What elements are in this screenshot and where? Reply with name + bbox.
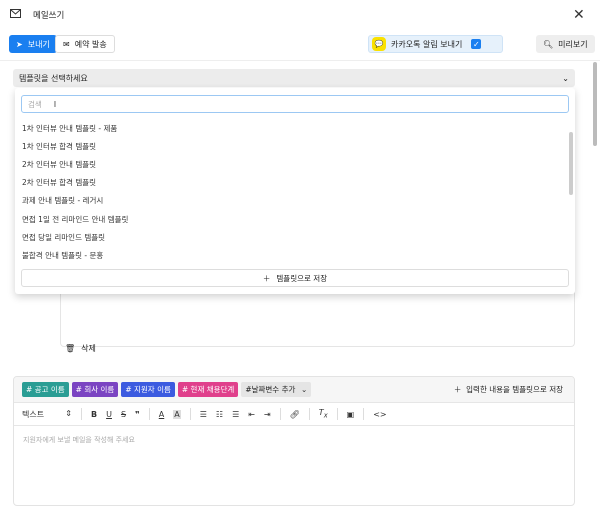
- indent-icon[interactable]: ⇥: [264, 410, 271, 419]
- template-item[interactable]: 1차 인터뷰 합격 템플릿: [15, 137, 575, 155]
- bg-color-icon[interactable]: A: [173, 409, 181, 419]
- send-button[interactable]: ➤ 보내기: [9, 35, 57, 53]
- template-item[interactable]: 면접 1일 전 리마인드 안내 템플릿: [15, 210, 575, 228]
- quote-icon[interactable]: ❞: [135, 410, 140, 419]
- format-select-label: 텍스트: [22, 409, 45, 419]
- editor-body[interactable]: 지원자에게 보낼 메일을 작성해 주세요: [14, 426, 574, 454]
- bullet-list-icon[interactable]: ☰: [232, 410, 239, 419]
- page-scrollbar[interactable]: [593, 62, 597, 146]
- template-item[interactable]: 2차 인터뷰 안내 템플릿: [15, 155, 575, 173]
- divider: [336, 408, 338, 420]
- search-icon: 🔍︎: [543, 39, 554, 49]
- updown-icon: ⇕: [65, 408, 72, 418]
- variable-chip[interactable]: # 현재 채용단계: [177, 382, 239, 397]
- template-item[interactable]: 과제 안내 템플릿 - 레거시: [15, 192, 575, 210]
- send-icon: ➤: [16, 39, 23, 49]
- text-color-icon[interactable]: A: [159, 410, 164, 419]
- format-select[interactable]: 텍스트 ⇕: [22, 409, 72, 420]
- divider: [189, 408, 191, 420]
- mail-icon: [10, 9, 21, 21]
- save-template-button[interactable]: ＋ 템플릿으로 저장: [21, 269, 569, 287]
- mail-editor: # 공고 이름 # 회사 이름 # 지원자 이름 # 현재 채용단계 #날짜변수…: [13, 376, 575, 506]
- variable-bar: # 공고 이름 # 회사 이름 # 지원자 이름 # 현재 채용단계 #날짜변수…: [14, 377, 574, 403]
- schedule-mail-icon: ✉: [63, 39, 70, 49]
- date-variable-select[interactable]: #날짜변수 추가 ⌄: [241, 382, 312, 397]
- kakao-icon: 💬: [372, 37, 386, 51]
- code-icon[interactable]: <>: [373, 410, 386, 419]
- divider: [0, 60, 600, 61]
- preview-label: 미리보기: [558, 39, 588, 49]
- clear-format-icon[interactable]: Tx: [319, 408, 328, 420]
- variable-chip[interactable]: # 공고 이름: [22, 382, 69, 397]
- save-as-template-button[interactable]: ＋ 입력한 내용을 템플릿으로 저장: [454, 384, 566, 395]
- divider: [81, 408, 82, 420]
- template-dropdown: 검색 I 1차 인터뷰 안내 템플릿 - 제품 1차 인터뷰 합격 템플릿 2차 인터…: [15, 88, 575, 294]
- image-icon[interactable]: ▣: [347, 410, 355, 419]
- variable-chip[interactable]: # 지원자 이름: [121, 382, 175, 397]
- chevron-down-icon: ⌄: [562, 73, 569, 83]
- outdent-icon[interactable]: ⇤: [248, 410, 255, 419]
- title-text: 메일쓰기: [33, 11, 65, 21]
- kakao-checkbox[interactable]: ✓: [471, 39, 482, 49]
- dropdown-scrollbar[interactable]: [569, 132, 573, 195]
- plus-icon: ＋: [262, 273, 271, 283]
- template-item[interactable]: 1차 인터뷰 안내 템플릿 - 제품: [15, 119, 575, 137]
- link-icon[interactable]: 🔗︎: [290, 410, 300, 419]
- align-icon[interactable]: ☰: [200, 410, 207, 419]
- template-item[interactable]: 면접 당일 리마인드 템플릿: [15, 228, 575, 246]
- kakao-label: 카카오톡 알림 보내기: [391, 39, 463, 49]
- divider: [148, 408, 150, 420]
- text-cursor-icon: I: [53, 99, 57, 109]
- save-template-label: 템플릿으로 저장: [276, 273, 328, 283]
- strike-icon[interactable]: S: [121, 410, 126, 419]
- delete-button[interactable]: 🗑 삭제: [65, 343, 96, 354]
- underline-icon[interactable]: U: [106, 410, 112, 419]
- kakao-notify-toggle[interactable]: 💬 카카오톡 알림 보내기 ✓: [368, 35, 503, 53]
- template-select-label: 템플릿을 선택하세요: [19, 73, 88, 83]
- close-icon[interactable]: ✕: [573, 7, 585, 23]
- date-variable-label: #날짜변수 추가: [245, 385, 296, 394]
- reserve-label: 예약 발송: [74, 39, 107, 49]
- bold-icon[interactable]: B: [91, 410, 97, 419]
- divider: [279, 408, 281, 420]
- dialog-title: 메일쓰기: [10, 9, 64, 21]
- template-search-input[interactable]: 검색 I: [21, 95, 569, 113]
- template-preview-box: [60, 290, 575, 347]
- template-select[interactable]: 템플릿을 선택하세요 ⌄: [13, 69, 575, 87]
- divider: [308, 408, 310, 420]
- template-item[interactable]: 불합격 안내 템플릿 - 문홍: [15, 246, 575, 264]
- ordered-list-icon[interactable]: ☷: [216, 410, 223, 419]
- reserve-send-button[interactable]: ✉ 예약 발송: [55, 35, 115, 53]
- send-label: 보내기: [27, 39, 50, 49]
- divider: [363, 408, 365, 420]
- trash-icon: 🗑: [65, 344, 76, 353]
- preview-button[interactable]: 🔍︎ 미리보기: [536, 35, 595, 53]
- search-placeholder: 검색: [28, 99, 42, 109]
- delete-label: 삭제: [81, 344, 96, 353]
- variable-chip[interactable]: # 회사 이름: [71, 382, 119, 397]
- template-item[interactable]: 2차 인터뷰 합격 템플릿: [15, 174, 575, 192]
- template-list: 1차 인터뷰 안내 템플릿 - 제품 1차 인터뷰 합격 템플릿 2차 인터뷰 안내…: [15, 119, 575, 265]
- save-as-template-label: 입력한 내용을 템플릿으로 저장: [466, 385, 563, 394]
- chevron-down-icon: ⌄: [301, 385, 308, 394]
- format-toolbar: 텍스트 ⇕ B U S ❞ AA ☰ ☷ ☰ ⇤ ⇥ 🔗︎ Tx ▣ <>: [14, 403, 574, 426]
